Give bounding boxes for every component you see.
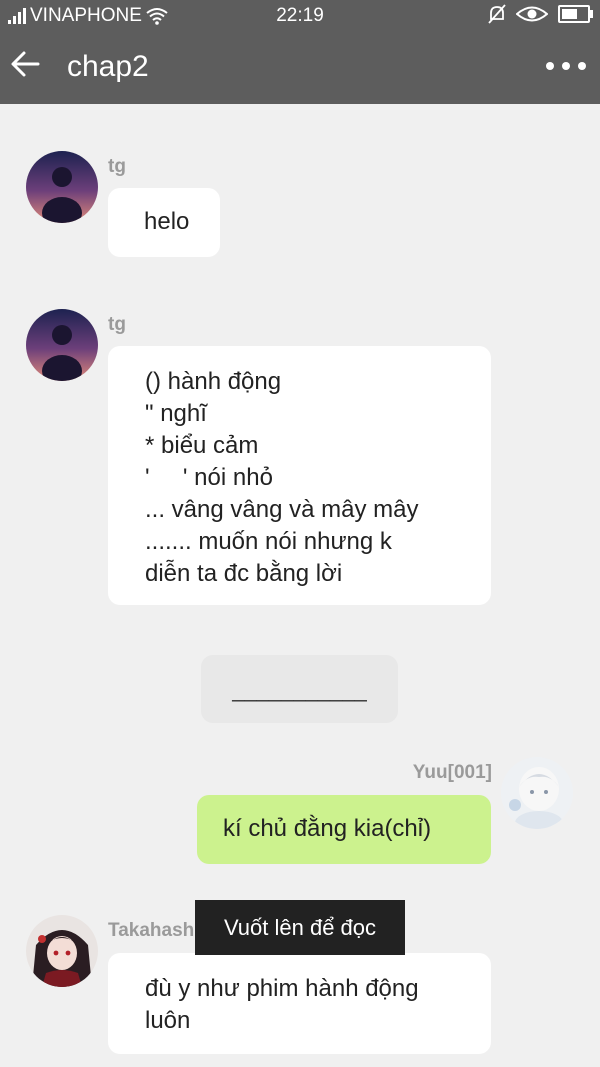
sender-name: tg: [108, 156, 126, 177]
message-line: * biểu cảm: [145, 432, 259, 459]
message-line: " nghĩ: [145, 400, 207, 427]
status-right: [488, 4, 593, 24]
status-bar: VINAPHONE 22:19: [0, 0, 600, 32]
message-line: diễn ta đc bằng lời: [145, 560, 343, 587]
avatar-tg[interactable]: [26, 309, 98, 381]
message-line: đù y như phim hành động: [145, 975, 419, 1002]
more-dots-icon[interactable]: [546, 62, 586, 70]
sender-name: Yuu[001]: [412, 762, 492, 783]
scene-separator: ___________: [201, 655, 398, 723]
message-text: kí chủ đằng kia(chỉ): [223, 815, 432, 842]
message-bubble[interactable]: () hành động " nghĩ * biểu cảm ' ' nói n…: [108, 346, 491, 605]
message-bubble[interactable]: kí chủ đằng kia(chỉ): [197, 795, 491, 864]
avatar-takahashi[interactable]: [26, 915, 98, 987]
message-text: helo: [144, 208, 190, 235]
message-bubble[interactable]: đù y như phim hành động luôn: [108, 953, 491, 1054]
avatar-yuu[interactable]: [501, 757, 573, 829]
mute-icon: [488, 4, 506, 24]
message-line: () hành động: [145, 368, 282, 395]
message-line: ' ' nói nhỏ: [145, 464, 273, 491]
app-bar: chap2: [0, 32, 600, 104]
chat-title: chap2: [67, 50, 149, 83]
battery-icon: [558, 5, 593, 23]
message-line: luôn: [145, 1007, 191, 1034]
avatar-tg[interactable]: [26, 151, 98, 223]
message-line: ....... muốn nói nhưng k: [145, 528, 392, 555]
eye-icon: [516, 6, 548, 22]
sender-name: tg: [108, 314, 126, 335]
message-line: ... vâng vâng và mây mây: [145, 496, 419, 523]
message-bubble[interactable]: helo: [108, 188, 220, 257]
swipe-up-toast: Vuốt lên để đọc: [195, 900, 405, 955]
back-arrow-icon[interactable]: [8, 46, 44, 82]
